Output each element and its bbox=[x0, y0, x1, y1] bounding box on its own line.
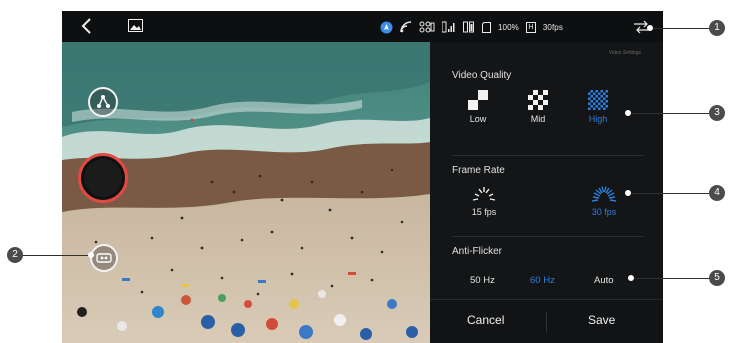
framerate-30-icon bbox=[591, 186, 617, 202]
mode-toggle-button[interactable] bbox=[90, 244, 118, 272]
quality-mid-icon bbox=[528, 90, 548, 110]
framerate-option-30[interactable]: 30 fps bbox=[584, 185, 624, 217]
quality-option-mid[interactable]: Mid bbox=[524, 90, 552, 124]
gallery-icon[interactable] bbox=[128, 19, 143, 32]
video-quality-title: Video Quality bbox=[452, 70, 512, 81]
footer-separator bbox=[546, 312, 547, 332]
back-icon[interactable] bbox=[77, 16, 97, 36]
callout-number-2: 2 bbox=[7, 247, 23, 263]
quality-mid-label: Mid bbox=[530, 114, 546, 124]
panel-caption: Video Settings bbox=[608, 50, 641, 56]
callout-number-4: 4 bbox=[709, 185, 725, 201]
sd-card-icon bbox=[482, 20, 491, 34]
callout-line-5 bbox=[634, 278, 709, 279]
app-screen: 100% H 30fps Video Settings Video Qualit… bbox=[62, 11, 663, 343]
callout-line-1 bbox=[653, 28, 709, 29]
callout-number-1: 1 bbox=[709, 20, 725, 36]
framerate-option-15[interactable]: 15 fps bbox=[464, 185, 504, 217]
divider bbox=[452, 236, 643, 237]
save-button[interactable]: Save bbox=[588, 313, 615, 327]
status-indicators: 100% H 30fps bbox=[380, 18, 563, 36]
share-button[interactable] bbox=[88, 87, 118, 117]
quality-high-label: High bbox=[588, 114, 608, 124]
signal-bars-icon bbox=[442, 20, 456, 34]
antiflicker-option-auto[interactable]: Auto bbox=[594, 275, 614, 286]
callout-line-2 bbox=[23, 255, 89, 256]
anti-flicker-title: Anti-Flicker bbox=[452, 246, 503, 257]
resolution-badge: H bbox=[525, 21, 536, 33]
battery-percent: 100% bbox=[498, 22, 519, 32]
callout-number-3: 3 bbox=[709, 105, 725, 121]
callout-line-3 bbox=[631, 113, 709, 114]
callout-line-4 bbox=[631, 193, 709, 194]
framerate-30-label: 30 fps bbox=[591, 207, 617, 217]
callout-dot-2 bbox=[88, 252, 94, 258]
wifi-signal-icon bbox=[400, 20, 412, 34]
quality-option-low[interactable]: Low bbox=[464, 90, 492, 124]
antiflicker-option-50hz[interactable]: 50 Hz bbox=[470, 275, 495, 286]
framerate-15-label: 15 fps bbox=[471, 207, 497, 217]
framerate-15-icon bbox=[472, 187, 496, 201]
divider bbox=[452, 155, 643, 156]
quality-high-icon bbox=[588, 90, 608, 110]
top-status-bar: 100% H 30fps bbox=[62, 11, 663, 42]
frame-rate-title: Frame Rate bbox=[452, 165, 505, 176]
panel-footer: Cancel Save bbox=[430, 299, 663, 343]
record-button-inner bbox=[84, 159, 122, 197]
battery-icon bbox=[463, 20, 475, 34]
record-button[interactable] bbox=[78, 153, 128, 203]
quality-low-icon bbox=[468, 90, 488, 110]
controller-icon bbox=[419, 20, 435, 34]
share-icon bbox=[97, 95, 110, 108]
antiflicker-option-60hz[interactable]: 60 Hz bbox=[530, 275, 555, 286]
camera-mode-icon bbox=[96, 253, 112, 263]
framerate-text: 30fps bbox=[542, 22, 563, 32]
quality-option-high[interactable]: High bbox=[584, 90, 612, 124]
cancel-button[interactable]: Cancel bbox=[467, 313, 504, 327]
gps-icon bbox=[380, 20, 393, 34]
callout-number-5: 5 bbox=[709, 270, 725, 286]
quality-low-label: Low bbox=[469, 114, 487, 124]
